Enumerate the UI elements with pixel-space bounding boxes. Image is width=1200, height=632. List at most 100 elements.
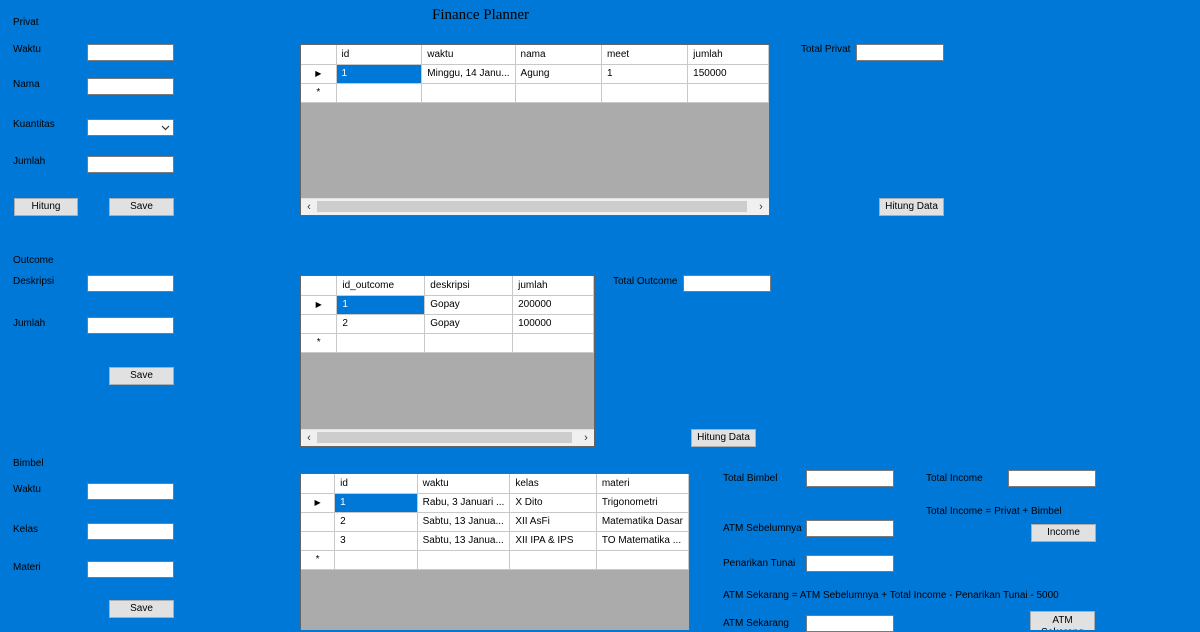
table-cell[interactable]: 150000 [687,64,769,84]
column-header[interactable]: meet [601,45,689,65]
table-cell[interactable] [424,333,514,353]
scroll-right-icon[interactable]: › [754,200,768,214]
table-cell[interactable]: 200000 [512,295,594,315]
bimbel-save-button[interactable]: Save [109,600,174,618]
table-row[interactable]: 3 Sabtu, 13 Janua... XII IPA & IPS TO Ma… [301,531,689,551]
bimbel-materi-input[interactable] [87,561,174,578]
scroll-thumb[interactable] [317,201,747,212]
table-cell[interactable]: 1 [334,493,418,513]
table-cell[interactable]: Minggu, 14 Janu... [421,64,516,84]
income-button[interactable]: Income [1031,524,1096,542]
table-cell[interactable]: Trigonometri [596,493,689,513]
outcome-deskripsi-input[interactable] [87,275,174,292]
row-header-corner [301,474,336,494]
total-outcome-input[interactable] [683,275,771,292]
privat-hitung-data-button[interactable]: Hitung Data [879,198,944,216]
table-cell[interactable] [687,83,769,103]
atm-sebelumnya-input[interactable] [806,520,894,537]
hitung-button[interactable]: Hitung [14,198,78,216]
total-bimbel-input[interactable] [806,470,894,487]
table-cell[interactable]: Agung [515,64,602,84]
table-cell[interactable] [421,83,516,103]
total-privat-input[interactable] [856,44,944,61]
privat-grid[interactable]: id waktu nama meet jumlah ▶ 1 Minggu, 14… [300,44,770,216]
table-cell[interactable]: TO Matematika ... [596,531,689,551]
bimbel-kelas-input[interactable] [87,523,174,540]
table-cell[interactable]: Gopay [424,314,514,334]
table-cell[interactable] [512,333,594,353]
table-cell[interactable] [417,550,511,570]
column-header[interactable]: deskripsi [424,276,514,296]
table-cell[interactable]: 1 [336,64,423,84]
atm-sekarang-button[interactable]: ATM Sekarang [1030,611,1095,630]
privat-nama-input[interactable] [87,78,174,95]
table-cell[interactable]: X Dito [509,493,597,513]
outcome-grid[interactable]: id_outcome deskripsi jumlah ▶ 1 Gopay 20… [300,275,595,447]
table-cell[interactable]: Sabtu, 13 Janua... [417,512,511,532]
column-header[interactable]: materi [596,474,689,494]
column-header[interactable]: waktu [417,474,511,494]
table-cell[interactable]: Rabu, 3 Januari ... [417,493,511,513]
privat-nama-label: Nama [13,79,40,90]
scroll-thumb[interactable] [317,432,572,443]
column-header[interactable]: jumlah [512,276,594,296]
column-header[interactable]: jumlah [687,45,769,65]
outcome-jumlah-input[interactable] [87,317,174,334]
table-cell[interactable]: 2 [336,314,426,334]
table-cell[interactable]: 100000 [512,314,594,334]
new-row[interactable]: * [301,333,594,353]
table-cell[interactable]: Matematika Dasar [596,512,689,532]
table-cell[interactable]: XII IPA & IPS [509,531,597,551]
table-cell[interactable] [336,333,426,353]
table-cell[interactable] [515,83,602,103]
outcome-hitung-data-button[interactable]: Hitung Data [691,429,756,447]
outcome-save-button[interactable]: Save [109,367,174,385]
table-cell[interactable] [601,83,689,103]
outcome-section-label: Outcome [13,255,54,266]
privat-jumlah-input[interactable] [87,156,174,173]
privat-table: id waktu nama meet jumlah ▶ 1 Minggu, 14… [301,45,769,103]
row-header[interactable] [301,531,336,551]
atm-sekarang-input[interactable] [806,615,894,632]
column-header[interactable]: id [334,474,418,494]
table-cell[interactable]: XII AsFi [509,512,597,532]
new-row[interactable]: * [301,83,769,103]
privat-save-button[interactable]: Save [109,198,174,216]
table-cell[interactable]: 1 [601,64,689,84]
privat-kuantitas-select[interactable] [87,119,174,136]
table-cell[interactable]: Gopay [424,295,514,315]
column-header[interactable]: waktu [421,45,516,65]
table-row[interactable]: ▶ 1 Minggu, 14 Janu... Agung 1 150000 [301,64,769,84]
table-cell[interactable] [334,550,418,570]
row-header[interactable] [301,314,338,334]
penarikan-tunai-input[interactable] [806,555,894,572]
bimbel-grid[interactable]: id waktu kelas materi ▶ 1 Rabu, 3 Januar… [300,473,690,630]
table-row[interactable]: ▶ 1 Gopay 200000 [301,295,594,315]
table-cell[interactable]: 2 [334,512,418,532]
table-cell[interactable] [336,83,423,103]
row-header[interactable] [301,512,336,532]
column-header[interactable]: id [336,45,423,65]
app-title: Finance Planner [432,7,530,23]
table-row[interactable]: 2 Sabtu, 13 Janua... XII AsFi Matematika… [301,512,689,532]
atm-sebelumnya-label: ATM Sebelumnya [723,523,802,534]
table-cell[interactable]: 3 [334,531,418,551]
column-header[interactable]: kelas [509,474,597,494]
horizontal-scrollbar[interactable]: ‹ › [301,429,594,446]
table-row[interactable]: 2 Gopay 100000 [301,314,594,334]
horizontal-scrollbar[interactable]: ‹ › [301,198,769,215]
scroll-right-icon[interactable]: › [579,431,593,445]
total-income-input[interactable] [1008,470,1096,487]
column-header[interactable]: id_outcome [336,276,426,296]
privat-waktu-input[interactable] [87,44,174,61]
scroll-left-icon[interactable]: ‹ [302,200,316,214]
table-cell[interactable]: Sabtu, 13 Janua... [417,531,511,551]
bimbel-waktu-input[interactable] [87,483,174,500]
scroll-left-icon[interactable]: ‹ [302,431,316,445]
new-row[interactable]: * [301,550,689,570]
column-header[interactable]: nama [515,45,602,65]
table-cell[interactable]: 1 [336,295,426,315]
table-cell[interactable] [509,550,597,570]
table-row[interactable]: ▶ 1 Rabu, 3 Januari ... X Dito Trigonome… [301,493,689,513]
table-cell[interactable] [596,550,689,570]
